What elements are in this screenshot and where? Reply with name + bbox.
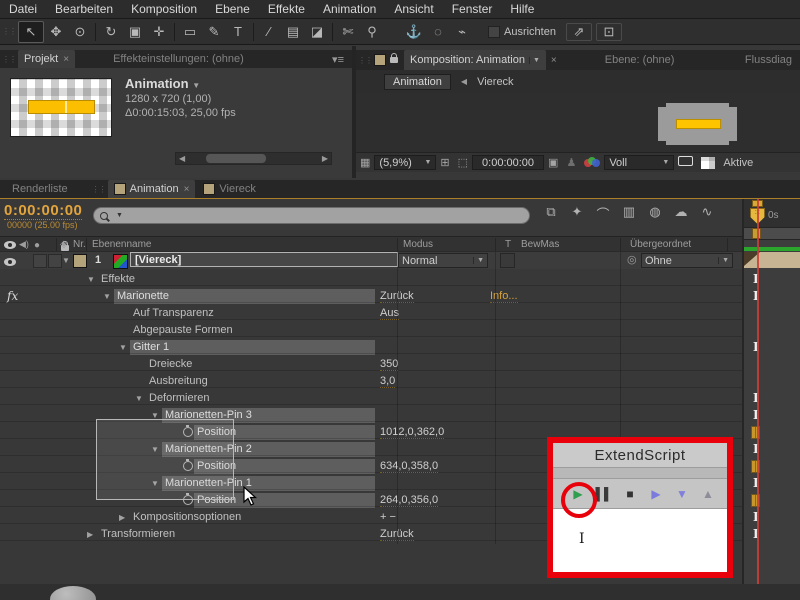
highlight-circle <box>561 482 597 518</box>
mouse-cursor <box>243 486 258 506</box>
pause-button[interactable]: ▌▌ <box>595 487 613 501</box>
step-into-button[interactable]: ▼ <box>673 487 691 501</box>
after-effects-window: Datei Bearbeiten Komposition Ebene Effekte An… <box>0 0 800 600</box>
selection-marquee <box>96 419 234 500</box>
resume-button[interactable]: ▶ <box>647 487 665 501</box>
stop-button[interactable]: ■ <box>621 487 639 501</box>
bottom-band <box>0 584 800 600</box>
extendscript-strip <box>553 467 727 479</box>
current-time-line <box>757 199 759 584</box>
tab-flowchart[interactable]: Flussdiag <box>737 54 800 66</box>
ruler-label: 0s <box>768 210 779 221</box>
extendscript-title: ExtendScript <box>553 443 727 467</box>
layer-duration-bar[interactable] <box>744 252 800 268</box>
work-area-bar[interactable] <box>744 228 800 240</box>
text-cursor: I <box>579 531 585 547</box>
timeline-graph-column[interactable]: 0s IIIIIIIII <box>742 199 800 584</box>
step-out-button[interactable]: ▲ <box>699 487 717 501</box>
ram-preview-bar <box>744 247 800 251</box>
extendscript-panel[interactable]: ExtendScript ▶ ▌▌ ■ ▶ ▼ ▲ I <box>547 437 733 578</box>
